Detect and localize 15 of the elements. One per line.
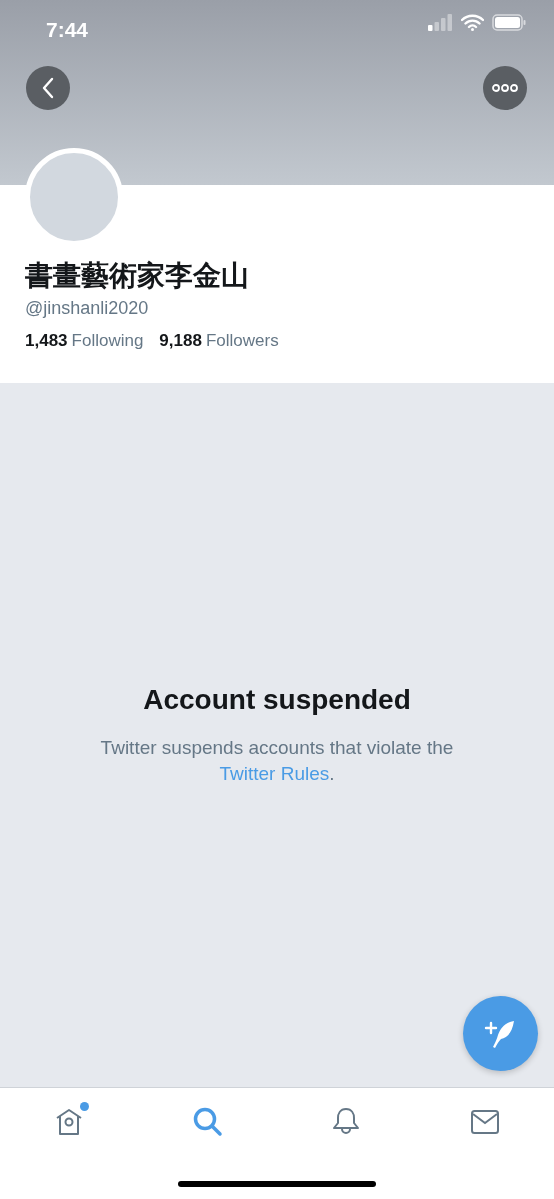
stat-link[interactable]: 1,483 Following — [25, 328, 144, 354]
status-time: 7:44 — [46, 17, 89, 43]
signal-icon — [428, 14, 453, 31]
profile-name: 書畫藝術家李金山 — [25, 259, 250, 293]
back-icon — [41, 77, 55, 99]
profile-handle: @jinshanli2020 — [25, 297, 150, 320]
stat-link[interactable]: 9,188 Followers — [159, 328, 279, 354]
back-button[interactable] — [26, 66, 70, 110]
compose-button[interactable] — [463, 996, 538, 1071]
battery-icon — [492, 14, 526, 31]
more-button[interactable] — [483, 66, 527, 110]
notice-text: Twitter suspends accounts that violate the Twitter Rules. — [99, 736, 455, 786]
notice-title: Account suspended — [143, 683, 411, 717]
more-icon — [492, 83, 518, 93]
wifi-icon — [461, 14, 484, 31]
